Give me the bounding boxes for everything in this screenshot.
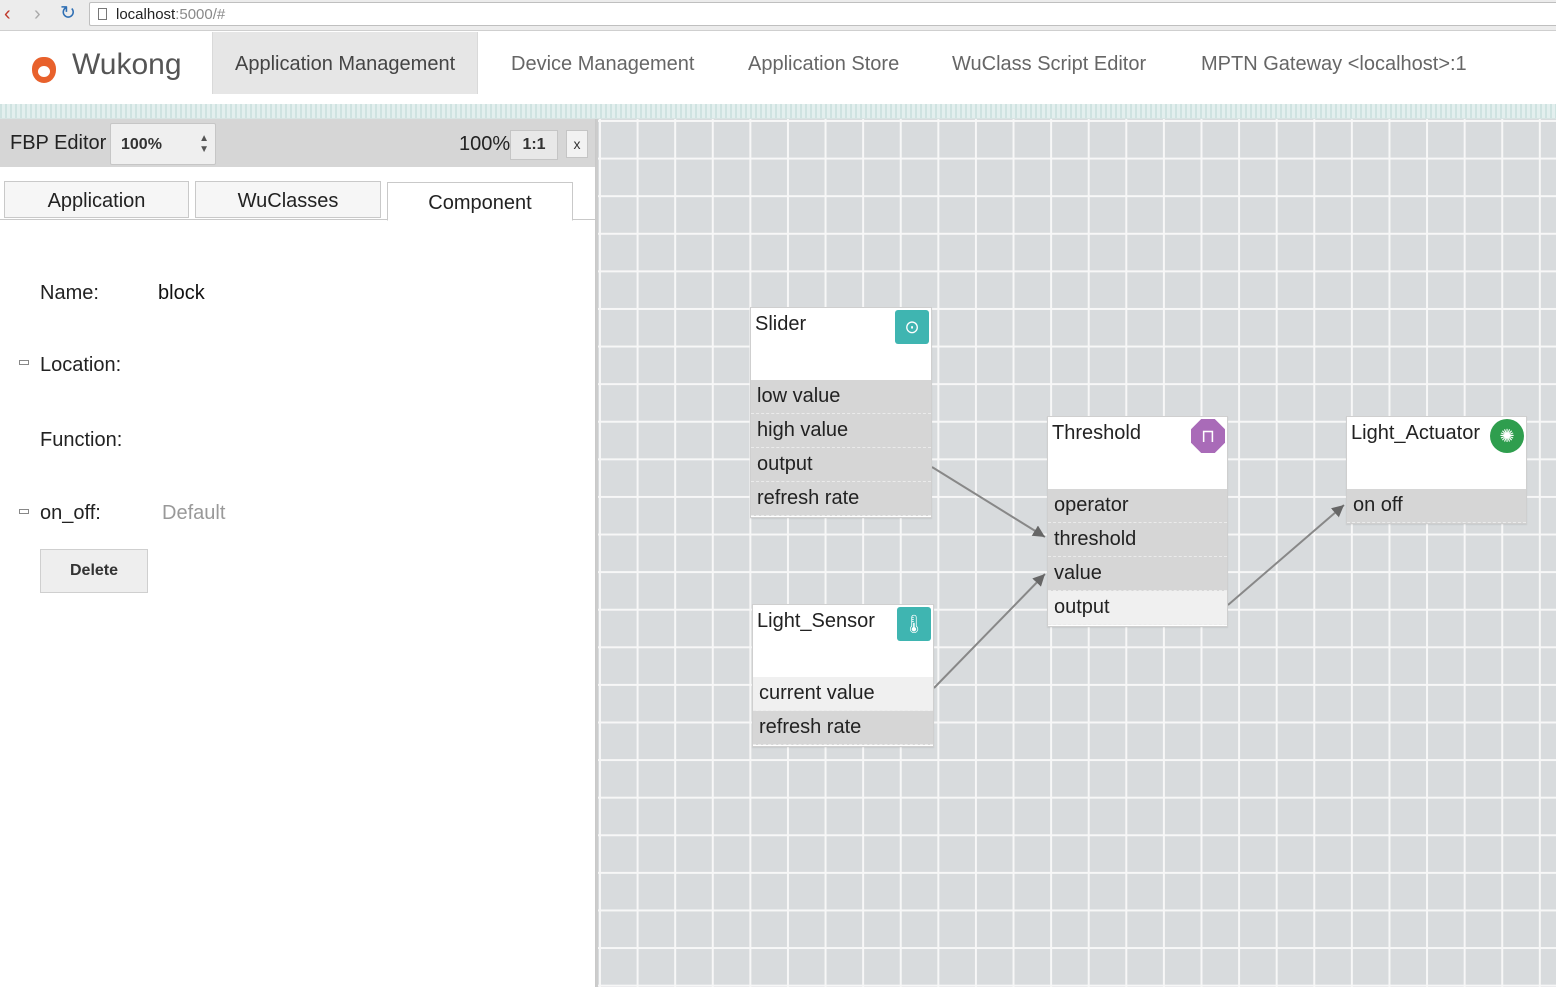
collapse-onoff-icon[interactable] [19, 509, 29, 514]
component-light-actuator[interactable]: Light_Actuator ✺ on off [1346, 416, 1527, 524]
component-slider[interactable]: Slider ⊙ low value high value output ref… [750, 307, 932, 518]
tab-component[interactable]: Component [387, 182, 573, 221]
back-icon[interactable]: ‹ [4, 4, 11, 24]
editor-title: FBP Editor [10, 132, 107, 154]
prop-current-value[interactable]: current value [753, 677, 933, 711]
prop-refresh-rate[interactable]: refresh rate [753, 711, 933, 745]
close-button[interactable]: x [566, 130, 588, 158]
prop-low-value[interactable]: low value [751, 380, 931, 414]
link-slider-threshold [931, 466, 1046, 538]
top-navbar: Wukong Application Management Device Man… [0, 32, 1556, 105]
address-text: localhost:5000/# [116, 6, 225, 23]
url-path: :5000/# [175, 6, 226, 23]
tab-wuclasses[interactable]: WuClasses [195, 181, 381, 218]
panel-tabs: Application WuClasses Component [0, 181, 595, 221]
prop-value[interactable]: value [1048, 557, 1227, 591]
component-light-sensor[interactable]: Light_Sensor 🌡 current value refresh rat… [752, 604, 934, 747]
prop-threshold[interactable]: threshold [1048, 523, 1227, 557]
prop-on-off[interactable]: on off [1347, 489, 1526, 523]
fbp-canvas[interactable]: Slider ⊙ low value high value output ref… [596, 119, 1556, 987]
address-bar[interactable]: localhost:5000/# [89, 2, 1556, 26]
brand-title[interactable]: Wukong [72, 48, 182, 82]
nav-application-management[interactable]: Application Management [212, 32, 479, 94]
prop-high-value[interactable]: high value [751, 414, 931, 448]
thermometer-icon: 🌡 [897, 607, 931, 641]
component-title: Light_Sensor [757, 610, 875, 632]
onoff-input[interactable]: Default [162, 502, 225, 525]
link-threshold-actuator [1227, 504, 1345, 606]
editor-toolbar: FBP Editor 100% ▲ ▼ 100% 1:1 x [0, 119, 595, 167]
slider-icon: ⊙ [895, 310, 929, 344]
component-title: Light_Actuator [1351, 422, 1480, 444]
reload-icon[interactable]: ↻ [60, 4, 76, 24]
wukong-logo-icon[interactable] [25, 52, 63, 90]
delete-button[interactable]: Delete [40, 549, 148, 593]
tab-application[interactable]: Application [4, 181, 189, 218]
zoom-select-value: 100% [121, 136, 162, 153]
component-title: Slider [755, 313, 807, 335]
reset-zoom-button[interactable]: 1:1 [510, 130, 558, 160]
forward-icon[interactable]: › [34, 4, 41, 24]
url-host: localhost [116, 6, 176, 23]
prop-refresh-rate[interactable]: refresh rate [751, 482, 931, 516]
prop-output[interactable]: output [751, 448, 931, 482]
navbar-divider [0, 104, 1556, 119]
nav-application-store[interactable]: Application Store [726, 32, 921, 94]
zoom-select[interactable]: 100% ▲ ▼ [110, 123, 216, 165]
nav-wuclass-script-editor[interactable]: WuClass Script Editor [930, 32, 1168, 94]
location-label: Location: [40, 354, 122, 376]
select-arrows-icon: ▲ ▼ [199, 133, 209, 155]
nav-device-management[interactable]: Device Management [489, 32, 716, 94]
collapse-location-icon[interactable] [19, 360, 29, 365]
prop-operator[interactable]: operator [1048, 489, 1227, 523]
browser-toolbar: ‹ › ↻ localhost:5000/# [0, 0, 1556, 31]
function-label: Function: [40, 429, 123, 451]
name-value[interactable]: block [158, 282, 205, 305]
component-title: Threshold [1052, 422, 1141, 444]
onoff-label: on_off: [40, 502, 101, 524]
nav-mptn-gateway[interactable]: MPTN Gateway <localhost>:1 [1179, 32, 1489, 94]
side-panel: FBP Editor 100% ▲ ▼ 100% 1:1 x Applicatio… [0, 119, 596, 987]
name-label: Name: [40, 282, 99, 304]
prop-output[interactable]: output [1048, 591, 1227, 625]
lightbulb-icon: ✺ [1490, 419, 1524, 453]
page-icon [98, 8, 107, 20]
zoom-level: 100% [459, 133, 511, 155]
link-sensor-threshold [933, 573, 1046, 689]
component-threshold[interactable]: Threshold ⊓ operator threshold value out… [1047, 416, 1228, 627]
